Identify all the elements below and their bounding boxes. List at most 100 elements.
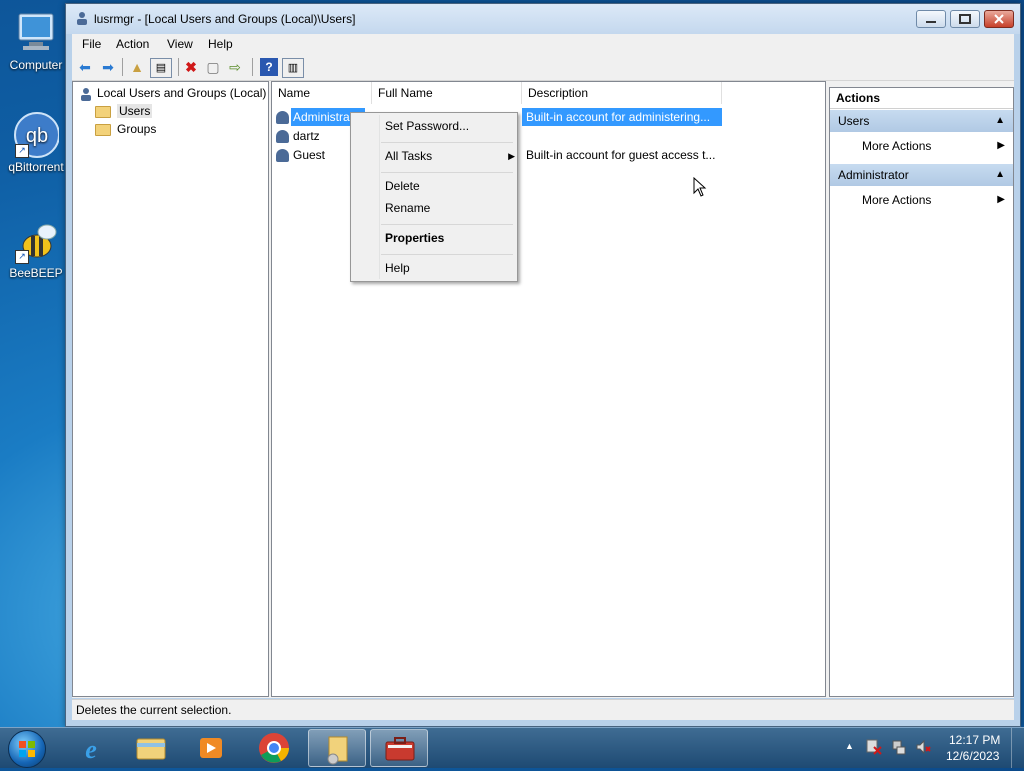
actions-section-users[interactable]: Users ▲: [830, 110, 1013, 132]
volume-muted-icon[interactable]: [915, 739, 931, 758]
folder-icon: [95, 105, 111, 118]
computer-icon: [13, 10, 59, 56]
start-button[interactable]: [8, 730, 46, 768]
show-hide-action-pane-icon[interactable]: ▥: [282, 58, 304, 78]
column-header-full-name[interactable]: Full Name: [372, 82, 522, 104]
maximize-icon: [959, 14, 971, 24]
users-app-icon: [81, 87, 91, 101]
menu-item-label: All Tasks: [385, 149, 433, 163]
clock-time[interactable]: 12:17 PM: [949, 733, 1000, 747]
minimize-button[interactable]: [916, 10, 946, 28]
tree-item-users[interactable]: Users: [95, 104, 153, 120]
shortcut-arrow-icon: ↗: [15, 250, 29, 264]
desktop-icon-beebeep[interactable]: ↗ BeeBEEP: [0, 218, 72, 280]
user-icon: [276, 149, 289, 163]
media-player-icon: [200, 738, 222, 758]
action-center-icon[interactable]: [866, 739, 882, 758]
column-header-name[interactable]: Name: [272, 82, 372, 104]
tree-item-groups[interactable]: Groups: [95, 122, 156, 138]
desktop-icon-label: qBittorrent: [8, 160, 64, 174]
clock-date[interactable]: 12/6/2023: [946, 749, 999, 763]
menu-bar: File Action View Help: [72, 34, 1014, 54]
desktop-icon-label: Computer: [9, 58, 63, 72]
close-icon: [994, 14, 1004, 24]
show-desktop-button[interactable]: [1011, 728, 1024, 768]
up-folder-icon[interactable]: ▲: [128, 58, 146, 76]
menu-separator: [381, 254, 513, 255]
maximize-button[interactable]: [950, 10, 980, 28]
taskbar-lusrmgr[interactable]: [370, 729, 428, 767]
actions-section-administrator[interactable]: Administrator ▲: [830, 164, 1013, 186]
section-title: Users: [838, 114, 870, 128]
taskbar-media-player[interactable]: [182, 729, 240, 767]
show-hide-tree-icon[interactable]: ▤: [150, 58, 172, 78]
more-actions-administrator[interactable]: More Actions ▶: [830, 189, 1013, 211]
help-icon[interactable]: ?: [260, 58, 278, 76]
tree-root-label: Local Users and Groups (Local): [97, 86, 267, 100]
status-text: Deletes the current selection.: [76, 703, 232, 717]
context-menu: Set Password... All Tasks ▶ Delete Renam…: [350, 112, 518, 282]
taskbar-internet-explorer[interactable]: e: [62, 729, 120, 767]
users-app-icon: [75, 11, 89, 25]
show-hidden-icons-button[interactable]: ▲: [845, 741, 854, 751]
content-area: Local Users and Groups (Local) Users Gro…: [72, 81, 1014, 698]
user-icon: [276, 111, 289, 125]
more-actions-users[interactable]: More Actions ▶: [830, 135, 1013, 157]
minimize-icon: [926, 21, 936, 23]
properties-icon[interactable]: ▢: [204, 58, 222, 76]
actions-pane: Actions Users ▲ More Actions ▶ Administr…: [829, 87, 1014, 697]
menu-item-properties[interactable]: Properties: [385, 228, 444, 248]
folder-icon: [136, 738, 166, 760]
computer-management-icon: [385, 737, 415, 761]
status-bar: Deletes the current selection.: [72, 699, 1014, 720]
menu-item-set-password[interactable]: Set Password...: [385, 116, 469, 136]
explorer-window-icon: [327, 736, 348, 765]
menu-item-all-tasks[interactable]: All Tasks ▶: [385, 146, 515, 166]
svg-text:e: e: [85, 735, 97, 764]
desktop-icon-qbittorrent[interactable]: qb ↗ qBittorrent: [0, 112, 72, 174]
menu-help[interactable]: Help: [208, 37, 233, 51]
network-icon[interactable]: [891, 739, 907, 758]
menu-gutter: [379, 115, 380, 279]
back-icon[interactable]: ⬅: [76, 58, 94, 76]
submenu-arrow-icon: ▶: [997, 194, 1005, 205]
forward-icon[interactable]: ➡: [99, 58, 117, 76]
collapse-icon[interactable]: ▲: [995, 110, 1005, 132]
menu-separator: [381, 224, 513, 225]
menu-item-delete[interactable]: Delete: [385, 176, 420, 196]
export-list-icon[interactable]: ⇨: [226, 58, 244, 76]
menu-file[interactable]: File: [82, 37, 101, 51]
column-header-description[interactable]: Description: [522, 82, 722, 104]
taskbar-file-explorer[interactable]: [122, 729, 180, 767]
taskbar-explorer-open[interactable]: [308, 729, 366, 767]
tree-pane: Local Users and Groups (Local) Users Gro…: [72, 81, 269, 697]
tree-item-label: Users: [117, 104, 153, 118]
delete-icon[interactable]: ✖: [182, 58, 200, 76]
mouse-cursor-icon: [693, 177, 707, 197]
menu-action[interactable]: Action: [116, 37, 149, 51]
lusrmgr-window: lusrmgr - [Local Users and Groups (Local…: [65, 3, 1021, 727]
toolbar-separator: [252, 58, 253, 76]
cell-name: Guest: [293, 148, 326, 162]
cell-description: Built-in account for administering...: [526, 110, 711, 124]
menu-item-rename[interactable]: Rename: [385, 198, 430, 218]
desktop-icon-computer[interactable]: Computer: [0, 10, 72, 72]
internet-explorer-icon: e: [85, 735, 97, 764]
menu-item-help[interactable]: Help: [385, 258, 410, 278]
section-title: Administrator: [838, 168, 909, 182]
bee-icon: ↗: [13, 218, 59, 264]
tree-root[interactable]: Local Users and Groups (Local): [79, 86, 266, 102]
shortcut-arrow-icon: ↗: [15, 144, 29, 158]
menu-view[interactable]: View: [167, 37, 193, 51]
qbittorrent-icon: qb ↗: [13, 112, 60, 158]
taskbar-chrome[interactable]: [245, 729, 303, 767]
collapse-icon[interactable]: ▲: [995, 164, 1005, 186]
submenu-arrow-icon: ▶: [508, 151, 515, 161]
close-button[interactable]: [984, 10, 1014, 28]
user-icon: [276, 130, 289, 144]
action-label: More Actions: [862, 193, 932, 207]
desktop-icon-label: BeeBEEP: [9, 266, 63, 280]
tree-item-label: Groups: [117, 122, 157, 136]
actions-header: Actions: [830, 88, 1013, 109]
title-bar[interactable]: lusrmgr - [Local Users and Groups (Local…: [66, 4, 1020, 34]
